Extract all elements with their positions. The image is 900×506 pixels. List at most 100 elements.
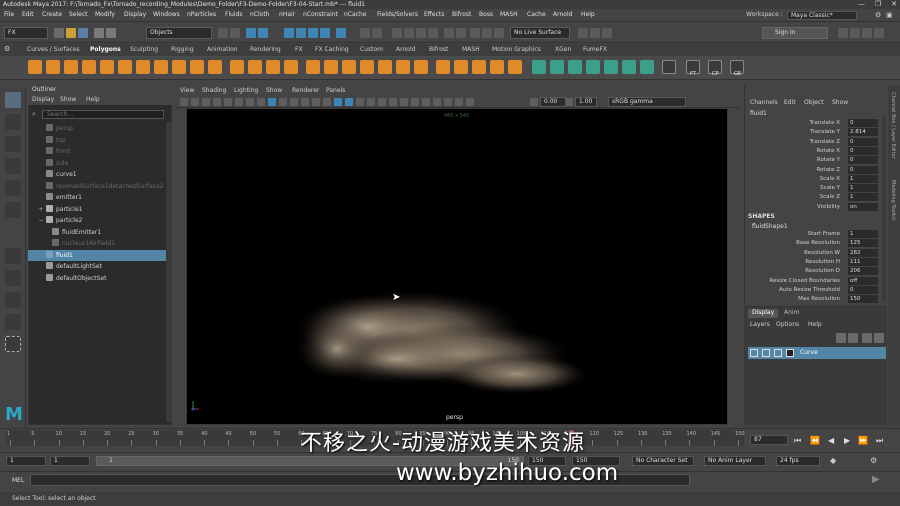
menu-fluids[interactable]: Fluids (225, 11, 243, 18)
anim-layer-dropdown[interactable]: No Anim Layer (704, 456, 766, 466)
shelf-tab-rigging[interactable]: Rigging (171, 46, 194, 53)
layer-tab-display[interactable]: Display (748, 309, 778, 318)
construction-history-icon[interactable] (336, 28, 346, 38)
attribute-editor-toggle-icon[interactable] (838, 28, 848, 38)
outliner-item[interactable]: − particle2 (28, 215, 166, 226)
spherical-map-icon[interactable] (568, 60, 582, 74)
channel-box-menu-show[interactable]: Show (832, 98, 848, 108)
layer-move-up-icon[interactable] (836, 333, 846, 343)
viewport-menu-view[interactable]: View (180, 86, 194, 96)
outliner-search-input[interactable]: Search... (42, 110, 164, 119)
arnold-render-icon[interactable] (444, 28, 454, 38)
new-layer-icon[interactable] (862, 333, 872, 343)
play-forward-button[interactable]: ▶ (844, 436, 850, 445)
channel-label[interactable]: Resolution H (805, 258, 840, 267)
2d-pan-icon[interactable] (224, 98, 232, 106)
channel-label[interactable]: Scale Z (820, 193, 840, 202)
snap-point-icon[interactable] (284, 28, 294, 38)
rotate-tool-icon[interactable] (5, 180, 21, 196)
menu-file[interactable]: File (4, 11, 14, 18)
channel-label[interactable]: Resolution W (804, 249, 840, 258)
film-gate-icon[interactable] (257, 98, 265, 106)
viewport-canvas[interactable] (186, 108, 728, 425)
outliner-menu-help[interactable]: Help (86, 95, 100, 105)
channel-label[interactable]: Resolution D (805, 267, 840, 276)
channel-label[interactable]: Translate X (810, 119, 841, 128)
channel-value-field[interactable]: off (848, 276, 878, 285)
channel-value-field[interactable]: 0 (848, 146, 878, 155)
fps-dropdown[interactable]: 24 fps (776, 456, 820, 466)
gate-mask-icon[interactable] (279, 98, 287, 106)
channel-row[interactable]: Rotate X 0 (744, 146, 884, 156)
target-weld-icon[interactable] (508, 60, 522, 74)
anim-preferences-icon[interactable]: ⚙ (870, 456, 877, 465)
channel-value-field[interactable]: 0 (848, 119, 878, 127)
outliner-item[interactable]: side (28, 158, 166, 169)
menu-boss[interactable]: Boss (479, 11, 493, 18)
layer-row-curve[interactable]: Curve (748, 347, 886, 359)
step-back-button[interactable]: ⏪ (810, 436, 820, 445)
outliner-item[interactable]: front (28, 146, 166, 157)
insert-edge-loop-icon[interactable] (454, 60, 468, 74)
snap-curve-icon[interactable] (258, 28, 268, 38)
shelf-menu-icon[interactable]: ⚙ (4, 45, 10, 53)
screen-space-ao-icon[interactable] (389, 98, 397, 106)
single-pane-layout-icon[interactable] (5, 248, 21, 264)
menuset-dropdown[interactable]: FX (4, 27, 48, 39)
render-view-icon[interactable] (392, 28, 402, 38)
layer-menu-layers[interactable]: Layers (750, 321, 770, 328)
outliner-item[interactable]: curve1 (28, 169, 166, 180)
redo-icon[interactable] (106, 28, 116, 38)
scale-tool-icon[interactable] (5, 202, 21, 218)
shelf-tab-fx[interactable]: FX (295, 46, 303, 53)
platonic-solid-icon[interactable] (154, 60, 168, 74)
smooth-icon[interactable] (266, 60, 280, 74)
svg-icon[interactable] (208, 60, 222, 74)
outliner-scrollbar[interactable] (166, 122, 172, 422)
grease-pencil-icon[interactable] (235, 98, 243, 106)
layer-tab-anim[interactable]: Anim (784, 309, 799, 316)
minimize-button[interactable]: — (858, 0, 865, 9)
channel-label[interactable]: Rotate Z (816, 166, 840, 175)
poly-cone-icon[interactable] (82, 60, 96, 74)
channel-row[interactable]: Base Resolution 125 (744, 239, 884, 248)
channel-row[interactable]: Rotate Z 0 (744, 165, 884, 175)
shelf-tab-animation[interactable]: Animation (207, 46, 238, 53)
cylindrical-map-icon[interactable] (550, 60, 564, 74)
channel-box-menu-edit[interactable]: Edit (784, 98, 796, 108)
channel-label[interactable]: Resize Closed Boundaries (769, 277, 840, 286)
channel-box-menu-channels[interactable]: Channels (750, 98, 778, 108)
xray-components-icon[interactable] (466, 98, 474, 106)
channel-row[interactable]: Resolution D 206 (744, 267, 884, 276)
render-current-icon[interactable] (372, 28, 382, 38)
channel-label[interactable]: Rotate X (816, 147, 840, 156)
channel-row[interactable]: Scale Y 1 (744, 184, 884, 193)
uv-layout-icon[interactable] (640, 60, 654, 74)
image-plane-icon[interactable] (213, 98, 221, 106)
channel-value-field[interactable]: 282 (848, 248, 878, 257)
anti-aliasing-icon[interactable] (411, 98, 419, 106)
maximize-button[interactable]: ❐ (875, 0, 881, 9)
gamma-field[interactable]: 1.00 (575, 97, 597, 107)
multi-cut-icon[interactable] (436, 60, 450, 74)
textured-icon[interactable] (356, 98, 364, 106)
paint-select-tool-icon[interactable] (5, 136, 21, 152)
channel-row[interactable]: Visibility on (744, 202, 884, 212)
layer-name[interactable]: Curve (800, 347, 818, 359)
playback-start-field[interactable]: 1 (50, 456, 90, 466)
menu-effects[interactable]: Effects (424, 11, 444, 18)
menu-mash[interactable]: MASH (500, 11, 518, 18)
menu-select[interactable]: Select (69, 11, 88, 18)
layer-playback-toggle[interactable] (762, 349, 770, 357)
channel-row[interactable]: Translate Y 2.814 (744, 128, 884, 137)
merge-icon[interactable] (414, 60, 428, 74)
sign-in-button[interactable]: Sign In (762, 27, 828, 39)
shelf-tab-mash[interactable]: MASH (462, 46, 480, 53)
menu-ncloth[interactable]: nCloth (250, 11, 270, 18)
shelf-tab-xgen[interactable]: XGen (555, 46, 571, 53)
gamma-icon[interactable] (565, 98, 573, 106)
channel-value-field[interactable]: 1 (848, 184, 878, 193)
xray-icon[interactable] (602, 28, 612, 38)
channel-value-field[interactable]: 111 (848, 257, 878, 266)
channel-label[interactable]: Base Resolution (796, 239, 840, 248)
